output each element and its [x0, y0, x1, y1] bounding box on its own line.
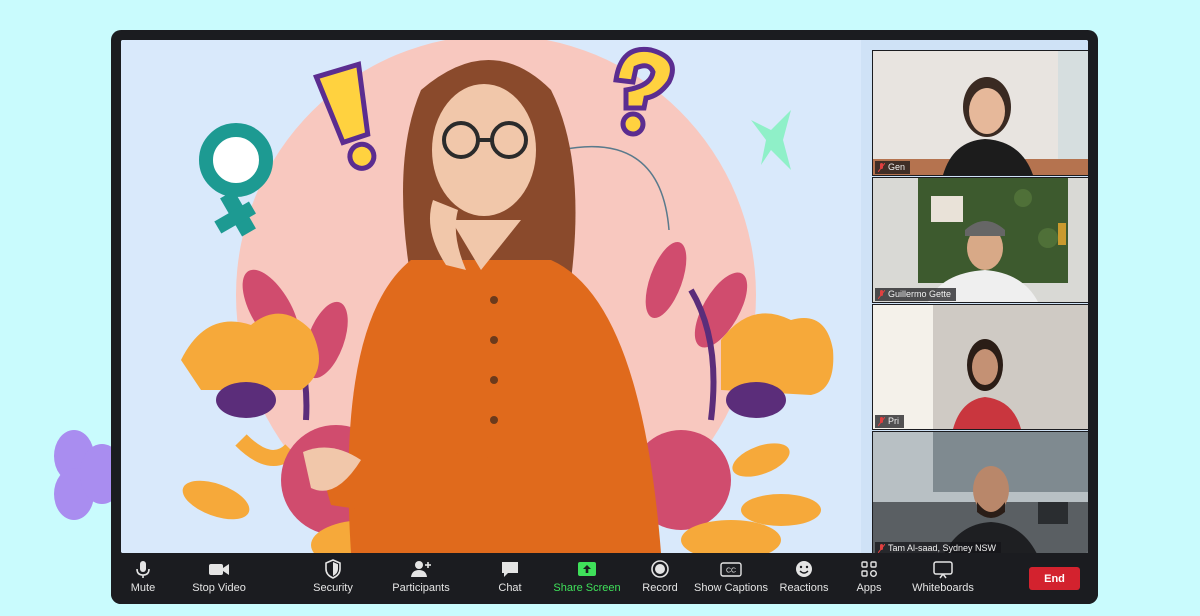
participant-gallery: Gen Guillermo Gette Pri Tam Al-saad, Syd…: [861, 40, 1088, 553]
participant-video: [873, 432, 1088, 553]
whiteboard-icon: [933, 561, 953, 579]
share-screen-icon: [578, 562, 596, 576]
reactions-label: Reactions: [779, 582, 829, 594]
participant-tile[interactable]: Tam Al-saad, Sydney NSW: [872, 431, 1088, 553]
meeting-screen: Gen Guillermo Gette Pri Tam Al-saad, Syd…: [121, 40, 1088, 553]
meeting-window: Gen Guillermo Gette Pri Tam Al-saad, Syd…: [111, 30, 1098, 604]
participant-name-label: Pri: [875, 415, 904, 428]
muted-mic-icon: [878, 163, 885, 172]
stop-video-button[interactable]: Stop Video: [191, 559, 247, 599]
security-label: Security: [313, 582, 353, 594]
participants-label: Participants: [392, 582, 450, 594]
participant-name: Pri: [888, 416, 899, 426]
record-label: Record: [642, 582, 678, 594]
smiley-face-icon: [796, 561, 812, 577]
share-screen-label: Share Screen: [553, 582, 621, 594]
show-captions-button[interactable]: CC Show Captions: [694, 559, 768, 599]
chat-label: Chat: [498, 582, 522, 594]
participant-video: [873, 305, 1088, 429]
participant-name: Gen: [888, 162, 906, 172]
mute-label: Mute: [130, 582, 156, 594]
participants-button[interactable]: Participants: [389, 559, 453, 599]
participant-name-label: Guillermo Gette: [875, 288, 957, 301]
record-button[interactable]: Record: [641, 559, 679, 599]
video-camera-icon: [209, 564, 229, 575]
meeting-toolbar: Mute Stop Video Security Participants Ch…: [111, 553, 1098, 604]
share-screen-button[interactable]: Share Screen: [553, 559, 621, 599]
participant-name: Tam Al-saad, Sydney NSW: [888, 543, 997, 553]
chat-button[interactable]: Chat: [495, 559, 525, 599]
speaker-video-feed: [121, 40, 861, 553]
participant-video: [873, 51, 1088, 175]
participants-icon: [411, 561, 431, 577]
participant-name: Guillermo Gette: [888, 289, 952, 299]
mute-button[interactable]: Mute: [125, 559, 161, 599]
end-meeting-button[interactable]: End: [1029, 567, 1080, 590]
closed-captions-icon: CC: [720, 562, 742, 577]
chat-bubble-icon: [502, 562, 518, 577]
apps-button[interactable]: Apps: [855, 559, 883, 599]
main-speaker-view: [121, 40, 861, 553]
shield-icon: [325, 559, 341, 579]
svg-text:CC: CC: [726, 568, 736, 575]
show-captions-label: Show Captions: [694, 582, 768, 594]
microphone-icon: [136, 561, 150, 578]
participant-name-label: Tam Al-saad, Sydney NSW: [875, 542, 1002, 553]
apps-grid-icon: [861, 561, 877, 577]
participant-tile[interactable]: Gen: [872, 50, 1088, 176]
muted-mic-icon: [878, 290, 885, 299]
reactions-button[interactable]: Reactions: [779, 559, 829, 599]
participant-tile[interactable]: Pri: [872, 304, 1088, 430]
participant-tile[interactable]: Guillermo Gette: [872, 177, 1088, 303]
record-icon: [651, 560, 669, 578]
participant-name-label: Gen: [875, 161, 911, 174]
stop-video-label: Stop Video: [192, 582, 246, 594]
whiteboards-label: Whiteboards: [912, 582, 974, 594]
whiteboards-button[interactable]: Whiteboards: [911, 559, 975, 599]
muted-mic-icon: [878, 544, 885, 553]
apps-label: Apps: [856, 582, 882, 594]
participant-video: [873, 178, 1088, 302]
muted-mic-icon: [878, 417, 885, 426]
security-button[interactable]: Security: [311, 559, 355, 599]
